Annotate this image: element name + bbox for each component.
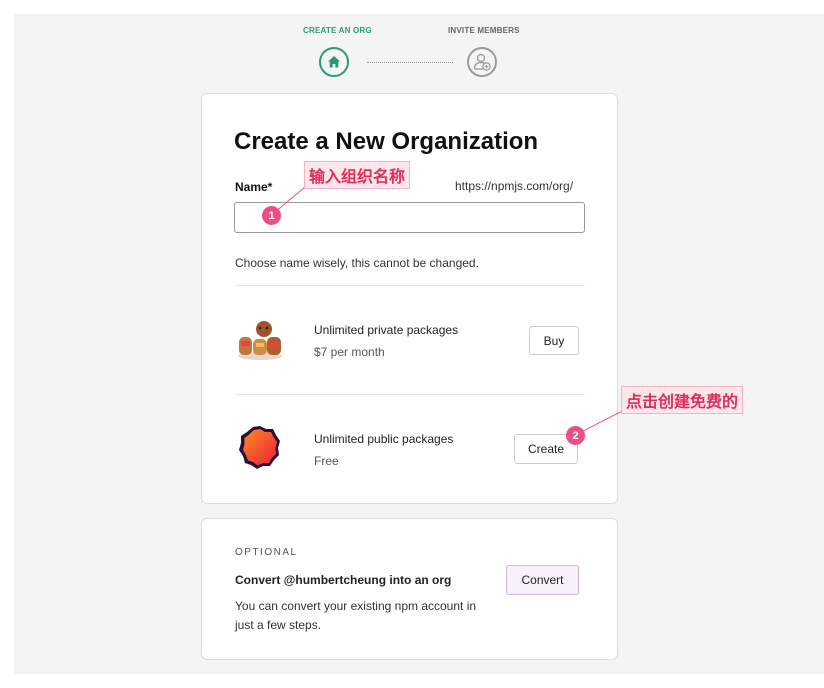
add-user-icon xyxy=(473,53,491,71)
convert-button[interactable]: Convert xyxy=(506,565,579,595)
convert-heading: Convert @humbertcheung into an org xyxy=(235,573,452,587)
stepper-connector xyxy=(367,62,453,63)
step-invite-members-label: INVITE MEMBERS xyxy=(448,26,520,35)
step-create-org-label: CREATE AN ORG xyxy=(303,26,372,35)
wombat-group-icon xyxy=(238,321,282,360)
plan-private-price: $7 per month xyxy=(314,345,385,359)
annotation-badge-2: 2 xyxy=(566,426,585,445)
optional-label: OPTIONAL xyxy=(235,547,298,558)
divider xyxy=(235,394,585,395)
name-hint: Choose name wisely, this cannot be chang… xyxy=(235,256,479,270)
plan-public-price: Free xyxy=(314,454,339,468)
page-title: Create a New Organization xyxy=(234,128,539,155)
org-name-input[interactable] xyxy=(234,202,585,233)
name-field-label: Name* xyxy=(235,180,273,194)
annotation-label-1: 输入组织名称 xyxy=(304,161,411,189)
step-create-org xyxy=(319,47,349,77)
step-invite-members xyxy=(467,47,497,77)
annotation-badge-1: 1 xyxy=(262,206,281,225)
divider xyxy=(235,285,585,286)
buy-button[interactable]: Buy xyxy=(529,326,579,355)
npm-badge-icon xyxy=(239,426,280,469)
annotation-label-2: 点击创建免费的 xyxy=(621,386,744,414)
plan-private-title: Unlimited private packages xyxy=(314,323,459,337)
plan-public-title: Unlimited public packages xyxy=(314,432,454,446)
convert-description: You can convert your existing npm accoun… xyxy=(235,599,477,632)
org-url-prefix: https://npmjs.com/org/ xyxy=(455,179,574,193)
home-icon xyxy=(328,56,340,68)
